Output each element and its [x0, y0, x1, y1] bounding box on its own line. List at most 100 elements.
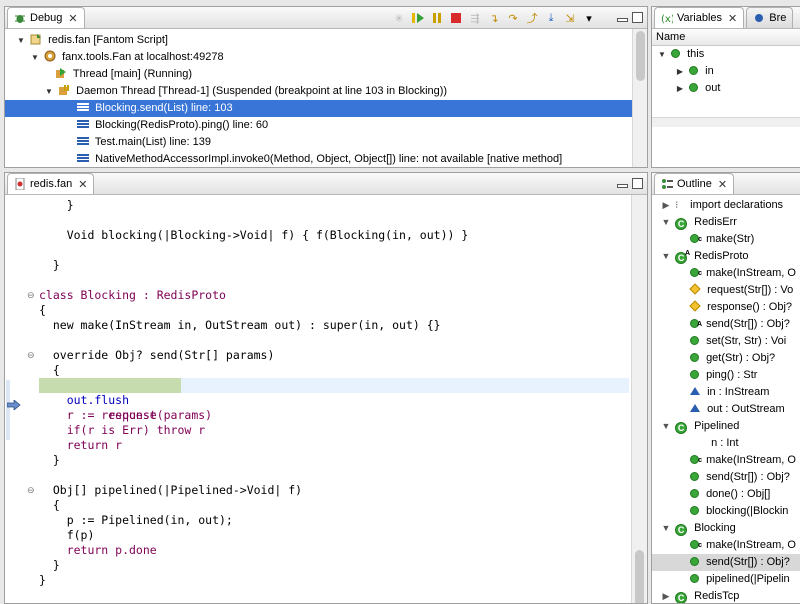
- outline-item[interactable]: c make(InStream, O: [652, 537, 800, 554]
- code-text: Obj[] pipelined(|Pipelined->Void| f): [39, 483, 303, 497]
- chevron-down-icon[interactable]: ▼: [660, 418, 672, 435]
- chevron-down-icon[interactable]: ▼: [29, 49, 41, 66]
- method-icon: [690, 557, 699, 566]
- variables-tree: ▼ this ▶ in ▶ out: [652, 46, 800, 97]
- outline-item[interactable]: A send(Str[]) : Obj?: [652, 316, 800, 333]
- resume-icon[interactable]: [410, 10, 426, 26]
- chevron-right-icon[interactable]: ▶: [674, 80, 686, 97]
- variable-row-in[interactable]: ▶ in: [652, 63, 800, 80]
- fold-minus-icon[interactable]: ⊖: [27, 290, 35, 301]
- tree-row-frame[interactable]: Blocking(RedisProto).ping() line: 60: [5, 117, 632, 134]
- tree-row-target[interactable]: ▼ fanx.tools.Fan at localhost:49278: [5, 49, 632, 66]
- code-text: }: [39, 258, 60, 272]
- close-icon[interactable]: ✕: [78, 178, 87, 191]
- outline-item[interactable]: in : InStream: [652, 384, 800, 401]
- tree-row-frame-selected[interactable]: Blocking.send(List) line: 103: [5, 100, 632, 117]
- step-return-icon[interactable]: ⤴: [524, 10, 540, 26]
- editor-window-controls: [617, 178, 643, 189]
- fold-minus-icon[interactable]: ⊖: [27, 350, 35, 361]
- editor-gutter[interactable]: [5, 195, 23, 603]
- close-icon[interactable]: ✕: [718, 178, 727, 191]
- debug-scrollbar-thumb[interactable]: [636, 31, 645, 81]
- outline-item[interactable]: set(Str, Str) : Voi: [652, 333, 800, 350]
- use-step-filters-icon[interactable]: ⇲: [562, 10, 578, 26]
- code-line: p := Pipelined(in, out);: [39, 513, 629, 528]
- variables-hscroll[interactable]: [652, 117, 800, 127]
- tab-redis-fan[interactable]: redis.fan ✕: [7, 173, 95, 194]
- fold-minus-icon[interactable]: ⊖: [27, 485, 35, 496]
- variables-view: (x) Variables ✕ Bre Name ▼ this ▶ in ▶ o…: [651, 6, 800, 168]
- variables-view-header: (x) Variables ✕ Bre: [652, 7, 800, 29]
- chevron-down-icon[interactable]: ▼: [15, 32, 27, 49]
- close-icon[interactable]: ✕: [728, 12, 737, 25]
- outline-item[interactable]: ▼ C Pipelined: [652, 418, 800, 435]
- code-area[interactable]: } Void blocking(|Blocking->Void| f) { f(…: [39, 198, 629, 603]
- tab-variables[interactable]: (x) Variables ✕: [654, 7, 745, 28]
- tab-breakpoints[interactable]: Bre: [746, 7, 794, 28]
- svg-text:(x): (x): [661, 14, 673, 24]
- editor-scrollbar[interactable]: [631, 195, 647, 603]
- outline-item[interactable]: response() : Obj?: [652, 299, 800, 316]
- outline-item[interactable]: out : OutStream: [652, 401, 800, 418]
- variable-row-out[interactable]: ▶ out: [652, 80, 800, 97]
- outline-item[interactable]: ping() : Str: [652, 367, 800, 384]
- minimize-icon[interactable]: [617, 18, 628, 22]
- instruction-pointer-icon: [6, 399, 21, 413]
- tab-debug[interactable]: Debug ✕: [7, 7, 85, 28]
- chevron-down-icon[interactable]: ▼: [660, 248, 672, 265]
- maximize-icon[interactable]: [632, 178, 643, 189]
- outline-item[interactable]: blocking(|Blockin: [652, 503, 800, 520]
- remove-terminated-icon[interactable]: ✳: [391, 10, 407, 26]
- chevron-down-icon[interactable]: ▼: [660, 214, 672, 231]
- outline-item[interactable]: c make(Str): [652, 231, 800, 248]
- outline-item[interactable]: ▼ C Blocking: [652, 520, 800, 537]
- tree-row-frame[interactable]: NativeMethodAccessorImpl.invoke0(Method,…: [5, 151, 632, 167]
- tab-outline[interactable]: Outline ✕: [654, 173, 735, 194]
- close-icon[interactable]: ✕: [68, 12, 77, 25]
- chevron-down-icon[interactable]: ▼: [660, 520, 672, 537]
- outline-item-selected[interactable]: send(Str[]) : Obj?: [652, 554, 800, 571]
- outline-item[interactable]: c make(InStream, O: [652, 452, 800, 469]
- tree-row-thread-main[interactable]: Thread [main] (Running): [5, 66, 632, 83]
- outline-item[interactable]: ▶ ⁝ import declarations: [652, 197, 800, 214]
- chevron-right-icon[interactable]: ▶: [660, 588, 672, 603]
- outline-item[interactable]: done() : Obj[]: [652, 486, 800, 503]
- outline-view: Outline ✕ ▶ ⁝ import declarations ▼ C Re…: [651, 172, 800, 604]
- minimize-icon[interactable]: [617, 184, 628, 188]
- maximize-icon[interactable]: [632, 12, 643, 23]
- outline-item[interactable]: pipelined(|Pipelin: [652, 571, 800, 588]
- outline-item[interactable]: get(Str) : Obj?: [652, 350, 800, 367]
- terminate-icon[interactable]: [448, 10, 464, 26]
- tree-row-thread-daemon[interactable]: ▼ Daemon Thread [Thread-1] (Suspended (b…: [5, 83, 632, 100]
- stack-frame-icon: [77, 152, 89, 164]
- drop-to-frame-icon[interactable]: ⤓: [543, 10, 559, 26]
- suspend-icon[interactable]: [429, 10, 445, 26]
- outline-item[interactable]: send(Str[]) : Obj?: [652, 469, 800, 486]
- debug-scrollbar[interactable]: [632, 29, 647, 167]
- tree-row-frame[interactable]: Test.main(List) line: 139: [5, 134, 632, 151]
- class-icon: C: [675, 218, 688, 230]
- outline-item-label: import declarations: [690, 199, 784, 211]
- view-menu-icon[interactable]: ▾: [581, 10, 597, 26]
- code-line: new make(InStream in, OutStream out) : s…: [39, 318, 629, 333]
- editor-scrollbar-thumb[interactable]: [635, 550, 644, 603]
- field-icon: [689, 83, 699, 92]
- outline-item[interactable]: ▼ C RedisErr: [652, 214, 800, 231]
- outline-item[interactable]: ▼ CA RedisProto: [652, 248, 800, 265]
- chevron-down-icon[interactable]: ▼: [43, 83, 55, 100]
- outline-item[interactable]: n : Int: [652, 435, 800, 452]
- step-into-icon[interactable]: ↴: [486, 10, 502, 26]
- chevron-down-icon[interactable]: ▼: [656, 46, 668, 63]
- outline-item[interactable]: c make(InStream, O: [652, 265, 800, 282]
- chevron-right-icon[interactable]: ▶: [674, 63, 686, 80]
- variable-row-this[interactable]: ▼ this: [652, 46, 800, 63]
- outline-item[interactable]: ▶ C RedisTcp: [652, 588, 800, 603]
- chevron-right-icon[interactable]: ▶: [660, 197, 672, 214]
- variables-column-header[interactable]: Name: [652, 29, 800, 46]
- step-over-icon[interactable]: ↷: [505, 10, 521, 26]
- tree-row-launch[interactable]: ▼ redis.fan [Fantom Script]: [5, 32, 632, 49]
- outline-item[interactable]: request(Str[]) : Vo: [652, 282, 800, 299]
- disconnect-icon[interactable]: ⇶: [467, 10, 483, 26]
